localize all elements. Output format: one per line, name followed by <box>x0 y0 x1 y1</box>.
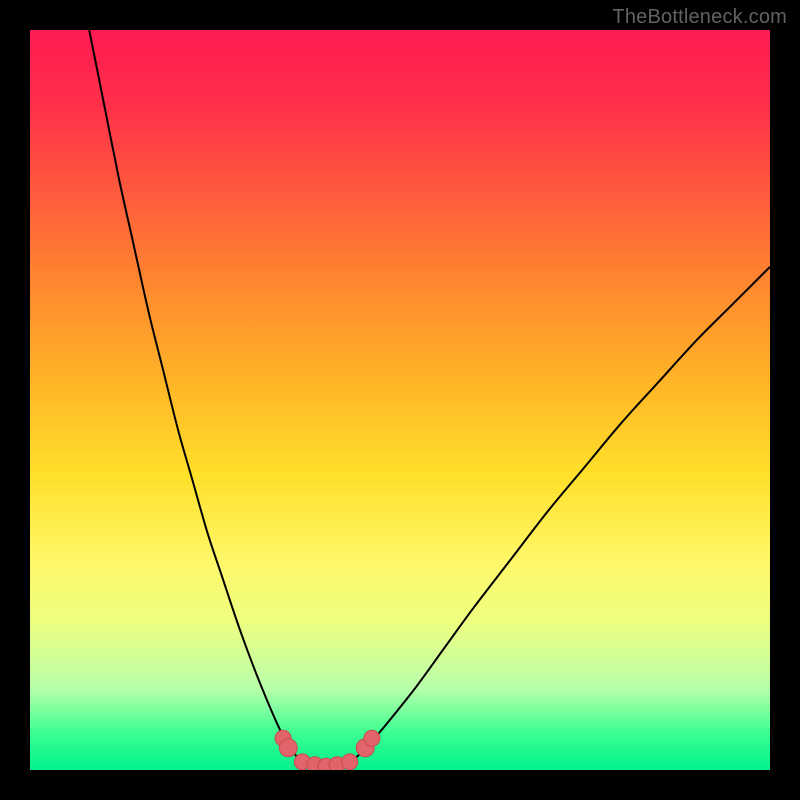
plot-area <box>30 30 770 770</box>
marker-group <box>275 730 380 770</box>
bottleneck-curve <box>30 30 770 770</box>
highlight-marker <box>279 739 297 757</box>
highlight-marker <box>364 730 380 746</box>
watermark-text: TheBottleneck.com <box>612 6 787 29</box>
chart-stage: TheBottleneck.com <box>0 0 800 800</box>
highlight-marker <box>342 754 358 770</box>
curve-path <box>89 30 770 766</box>
